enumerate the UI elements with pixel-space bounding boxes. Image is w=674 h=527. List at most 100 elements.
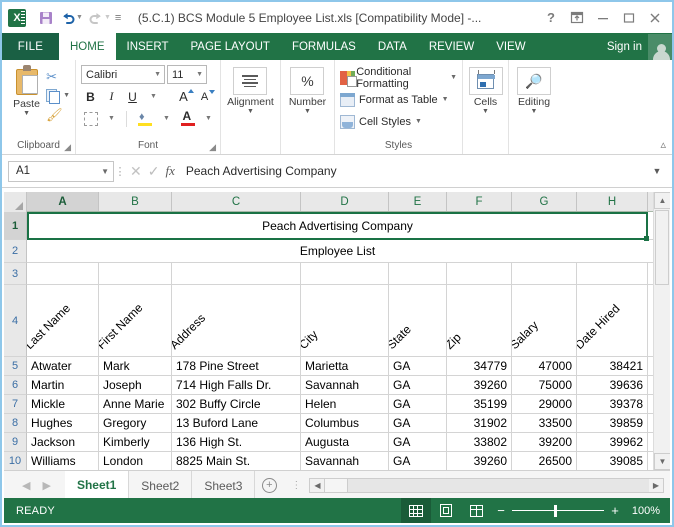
cell-E8[interactable]: GA	[389, 414, 447, 432]
page-break-preview-button[interactable]	[461, 498, 491, 523]
cell-A1[interactable]: Peach Advertising Company	[27, 212, 648, 239]
row-header-8[interactable]: 8	[4, 414, 27, 433]
italic-button[interactable]: I	[102, 87, 121, 106]
font-color-dropdown-icon[interactable]: ▼	[199, 109, 218, 128]
tab-view[interactable]: VIEW	[485, 33, 536, 60]
zoom-in-button[interactable]: +	[611, 503, 619, 518]
vertical-scrollbar[interactable]: ▲ ▼	[653, 192, 670, 470]
cell-styles-button[interactable]: Cell Styles ▼	[340, 112, 422, 131]
copy-dropdown-icon[interactable]: ▼	[63, 92, 70, 99]
paste-dropdown-icon[interactable]: ▼	[23, 110, 30, 118]
sheet-tab-sheet2[interactable]: Sheet2	[129, 470, 193, 501]
format-as-table-dropdown-icon[interactable]: ▼	[442, 96, 449, 103]
number-dropdown-icon[interactable]: ▼	[304, 108, 311, 116]
restore-icon[interactable]	[616, 6, 642, 30]
cell-H6[interactable]: 39636	[577, 376, 648, 394]
save-icon[interactable]	[35, 7, 57, 29]
cell-C4[interactable]: Address	[172, 285, 301, 356]
borders-dropdown-icon[interactable]: ▼	[102, 109, 121, 128]
zoom-slider[interactable]	[512, 504, 604, 517]
borders-button[interactable]	[81, 109, 100, 128]
cell-A2[interactable]: Employee List	[27, 240, 648, 262]
row-header-4[interactable]: 4	[4, 285, 27, 357]
cell-A9[interactable]: Jackson	[27, 433, 99, 451]
sheet-tab-sheet1[interactable]: Sheet1	[64, 470, 130, 501]
cut-button[interactable]: ✂	[46, 68, 70, 85]
name-box-dropdown-icon[interactable]: ▼	[101, 167, 109, 176]
cell-B8[interactable]: Gregory	[99, 414, 172, 432]
cell-E10[interactable]: GA	[389, 452, 447, 470]
scroll-down-icon[interactable]: ▼	[654, 453, 670, 470]
cell-F6[interactable]: 39260	[447, 376, 512, 394]
cell-E3[interactable]	[389, 263, 447, 284]
column-header-G[interactable]: G	[512, 192, 577, 211]
conditional-formatting-dropdown-icon[interactable]: ▼	[450, 74, 457, 81]
collapse-ribbon-icon[interactable]: ▵	[660, 138, 666, 151]
cell-styles-dropdown-icon[interactable]: ▼	[415, 118, 422, 125]
cell-G3[interactable]	[512, 263, 577, 284]
ribbon-display-options-icon[interactable]	[564, 6, 590, 30]
zoom-slider-thumb[interactable]	[554, 504, 557, 517]
column-header-D[interactable]: D	[301, 192, 389, 211]
cell-G10[interactable]: 26500	[512, 452, 577, 470]
scroll-up-icon[interactable]: ▲	[654, 192, 670, 209]
cell-B4[interactable]: First Name	[99, 285, 172, 356]
cell-A4[interactable]: Last Name	[27, 285, 99, 356]
number-button[interactable]: %	[290, 67, 325, 95]
cell-F5[interactable]: 34779	[447, 357, 512, 375]
cell-G8[interactable]: 33500	[512, 414, 577, 432]
column-header-B[interactable]: B	[99, 192, 172, 211]
cell-F3[interactable]	[447, 263, 512, 284]
help-icon[interactable]: ?	[538, 6, 564, 30]
cell-C6[interactable]: 714 High Falls Dr.	[172, 376, 301, 394]
tab-review[interactable]: REVIEW	[418, 33, 485, 60]
tab-file[interactable]: FILE	[2, 33, 59, 60]
cell-E9[interactable]: GA	[389, 433, 447, 451]
horizontal-scrollbar-thumb[interactable]	[324, 479, 349, 492]
cell-G4[interactable]: Salary	[512, 285, 577, 356]
tab-insert[interactable]: INSERT	[116, 33, 180, 60]
avatar[interactable]	[642, 33, 672, 60]
font-size-combo[interactable]: 11 ▼	[167, 65, 207, 84]
cell-D10[interactable]: Savannah	[301, 452, 389, 470]
tab-data[interactable]: DATA	[367, 33, 418, 60]
underline-dropdown-icon[interactable]: ▼	[144, 87, 163, 106]
page-layout-view-button[interactable]	[431, 498, 461, 523]
select-all-corner[interactable]	[4, 192, 27, 212]
cell-E6[interactable]: GA	[389, 376, 447, 394]
clipboard-dialog-launcher-icon[interactable]: ◢	[64, 142, 71, 153]
cell-B5[interactable]: Mark	[99, 357, 172, 375]
row-header-1[interactable]: 1	[4, 212, 27, 240]
tab-home[interactable]: HOME	[59, 33, 116, 60]
cell-H10[interactable]: 39085	[577, 452, 648, 470]
bold-button[interactable]: B	[81, 87, 100, 106]
next-sheet-icon[interactable]: ▶	[42, 479, 50, 492]
cell-E4[interactable]: State	[389, 285, 447, 356]
cell-E7[interactable]: GA	[389, 395, 447, 413]
cell-F7[interactable]: 35199	[447, 395, 512, 413]
paste-button[interactable]: Paste ▼	[7, 65, 46, 118]
cell-C7[interactable]: 302 Buffy Circle	[172, 395, 301, 413]
column-header-E[interactable]: E	[389, 192, 447, 211]
alignment-dropdown-icon[interactable]: ▼	[247, 108, 254, 116]
cell-G5[interactable]: 47000	[512, 357, 577, 375]
cell-A8[interactable]: Hughes	[27, 414, 99, 432]
cell-G9[interactable]: 39200	[512, 433, 577, 451]
alignment-button[interactable]	[233, 67, 268, 95]
cell-H8[interactable]: 39859	[577, 414, 648, 432]
format-painter-button[interactable]: 🖌	[46, 106, 70, 123]
column-header-C[interactable]: C	[172, 192, 301, 211]
cell-C9[interactable]: 136 High St.	[172, 433, 301, 451]
font-dialog-launcher-icon[interactable]: ◢	[209, 142, 216, 153]
zoom-level[interactable]: 100%	[626, 505, 660, 517]
cell-C10[interactable]: 8825 Main St.	[172, 452, 301, 470]
cell-G7[interactable]: 29000	[512, 395, 577, 413]
expand-formula-bar-icon[interactable]: ▼	[648, 166, 666, 176]
font-name-dropdown-icon[interactable]: ▼	[154, 71, 161, 78]
cell-A10[interactable]: Williams	[27, 452, 99, 470]
cell-H7[interactable]: 39378	[577, 395, 648, 413]
cell-H5[interactable]: 38421	[577, 357, 648, 375]
copy-button[interactable]: ▼	[46, 87, 70, 104]
cell-B6[interactable]: Joseph	[99, 376, 172, 394]
horizontal-scrollbar[interactable]: ◀ ▶	[309, 478, 664, 493]
